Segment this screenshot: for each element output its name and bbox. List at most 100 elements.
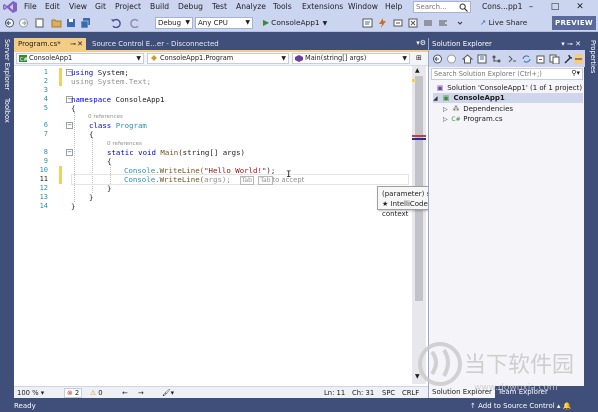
tab-source-control-explorer[interactable]: Source Control E...er - Disconnected	[88, 38, 228, 50]
tree-item-program-cs[interactable]: ▷ C# Program.cs	[443, 114, 503, 124]
codelens-references[interactable]: 0 references	[88, 114, 123, 120]
codelens-references[interactable]: 0 references	[107, 141, 142, 147]
scrollbar-error-marker	[412, 135, 426, 137]
chevron-down-icon: ▼	[136, 55, 141, 62]
code-text-area[interactable]: 1 2 3 4 5 6 7 8 9 10 11 12 13 14 − − − −…	[14, 66, 412, 384]
forward-navigate-icon[interactable]	[18, 18, 29, 28]
tab-key-hint: Tab	[258, 176, 273, 185]
column-indicator[interactable]: Ch: 31	[352, 389, 374, 397]
menu-test[interactable]: Test	[212, 2, 227, 11]
notifications-bell-icon[interactable]: 🔔	[563, 402, 572, 410]
solution-configuration-dropdown[interactable]: Debug ▼	[155, 17, 193, 29]
code-line-5: {	[71, 104, 76, 113]
maximize-icon[interactable]: □	[545, 0, 565, 14]
preview-button[interactable]: PREVIEW	[552, 16, 596, 30]
line-number: 7	[43, 130, 48, 138]
code-line-14: }	[71, 202, 76, 211]
zoom-level-dropdown[interactable]: 100 % ▾	[17, 389, 44, 397]
split-editor-icon[interactable]: ⊞	[416, 54, 422, 62]
toolbox-tab[interactable]: Toolbox	[3, 98, 11, 123]
menu-window[interactable]: Window	[348, 2, 378, 11]
back-navigate-icon[interactable]	[4, 18, 15, 28]
redo-icon[interactable]	[130, 18, 141, 28]
navigate-back-icon[interactable]: ←	[122, 389, 128, 397]
show-all-files-icon[interactable]	[549, 54, 560, 64]
solution-explorer-search-input[interactable]	[434, 69, 564, 79]
properties-wrench-icon[interactable]	[563, 54, 574, 64]
toolbar-option-icon[interactable]	[408, 18, 419, 28]
server-explorer-tab[interactable]: Server Explorer	[3, 39, 11, 90]
pin-icon[interactable]: ⊸	[70, 38, 76, 50]
menu-git[interactable]: Git	[95, 2, 106, 11]
global-search-box[interactable]	[413, 1, 471, 13]
member-dropdown[interactable]: Main(string[] args) ▼	[292, 53, 410, 64]
collapse-toggle-icon[interactable]: −	[66, 149, 73, 156]
whitespace-indicator[interactable]: SPC	[382, 389, 395, 397]
error-icon: ⊗	[67, 389, 73, 397]
home-icon[interactable]	[462, 54, 473, 64]
back-icon[interactable]	[432, 54, 443, 64]
visual-studio-logo-icon[interactable]	[3, 1, 17, 13]
sync-icon[interactable]	[521, 54, 532, 64]
search-icon[interactable]	[459, 3, 468, 12]
overflow-chevron-icon[interactable]	[455, 18, 466, 28]
menu-debug[interactable]: Debug	[178, 2, 203, 11]
navigate-forward-icon[interactable]: →	[138, 389, 144, 397]
menu-file[interactable]: File	[24, 2, 37, 11]
vertical-scrollbar[interactable]: ▲ ▼	[412, 66, 426, 384]
global-search-input[interactable]	[416, 2, 456, 12]
browser-link-icon[interactable]	[362, 18, 373, 28]
error-count-indicator[interactable]: ⊗ 2	[64, 388, 83, 398]
menu-tools[interactable]: Tools	[273, 2, 292, 11]
scroll-up-icon[interactable]: ▲	[415, 67, 420, 74]
add-to-source-control-button[interactable]: ↑ Add to Source Control ▴ 🔔	[470, 402, 571, 410]
menu-view[interactable]: View	[69, 2, 87, 11]
project-dropdown[interactable]: C# ConsoleApp1 ▼	[16, 53, 144, 64]
tree-item-solution[interactable]: ▣ Solution 'ConsoleApp1' (1 of 1 project…	[435, 83, 582, 93]
properties-tab[interactable]: Properties	[589, 40, 597, 73]
toolbar-option-icon[interactable]	[438, 18, 449, 28]
solution-platform-dropdown[interactable]: Any CPU ▼	[195, 17, 253, 29]
toolbar-option-icon[interactable]	[393, 18, 404, 28]
hot-reload-icon[interactable]	[377, 18, 388, 28]
close-tab-icon[interactable]: ✕	[77, 38, 83, 50]
menu-analyze[interactable]: Analyze	[236, 2, 266, 11]
collapsed-arrow-icon[interactable]: ▷	[443, 115, 451, 125]
forward-icon[interactable]	[446, 54, 457, 64]
solution-explorer-search-box[interactable]: ⚲▾	[431, 68, 583, 80]
class-dropdown[interactable]: ConsoleApp1.Program ▼	[147, 53, 289, 64]
minimize-icon[interactable]: –	[521, 0, 541, 14]
line-number-indicator[interactable]: Ln: 11	[324, 389, 345, 397]
git-changes-icon[interactable]	[491, 54, 502, 64]
pending-changes-filter-icon[interactable]	[507, 54, 518, 64]
save-icon[interactable]	[66, 18, 77, 28]
tab-program-cs[interactable]: Program.cs* ⊸ ✕	[14, 38, 86, 50]
new-project-icon[interactable]	[34, 18, 45, 28]
start-debugging-button[interactable]: ▶ ConsoleApp1 ▼	[263, 17, 349, 29]
menu-edit[interactable]: Edit	[45, 2, 60, 11]
collapse-toggle-icon[interactable]: −	[66, 122, 73, 129]
search-icon[interactable]: ⚲▾	[571, 69, 580, 77]
warning-count-indicator[interactable]: ⚠ 0	[90, 389, 103, 397]
tab-list-dropdown-icon[interactable]: ▾⚙	[416, 39, 426, 47]
preview-selected-icon[interactable]	[574, 54, 583, 64]
panel-options-icon[interactable]: ▾ ⊸ ✕	[561, 38, 581, 50]
close-icon[interactable]: ✕	[570, 0, 590, 14]
live-share-button[interactable]: ↗ Live Share	[480, 18, 527, 27]
open-folder-icon[interactable]	[51, 18, 62, 28]
menu-build[interactable]: Build	[150, 2, 169, 11]
switch-views-icon[interactable]	[477, 54, 488, 64]
csharp-project-icon: C#	[19, 55, 27, 62]
menu-extensions[interactable]: Extensions	[302, 2, 343, 11]
save-all-icon[interactable]	[81, 18, 92, 28]
line-number: 10	[39, 166, 48, 174]
toolbar-option-icon[interactable]	[423, 18, 434, 28]
menu-project[interactable]: Project	[115, 2, 141, 11]
code-cleanup-icon[interactable]: 🖌▾	[162, 389, 174, 397]
tree-item-project[interactable]: ◢ ▣ ConsoleApp1	[433, 93, 583, 103]
menu-help[interactable]: Help	[385, 2, 402, 11]
undo-icon[interactable]	[110, 18, 121, 28]
collapse-all-icon[interactable]	[535, 54, 546, 64]
tree-item-dependencies[interactable]: ▷ ⁂ Dependencies	[443, 104, 513, 114]
expanded-arrow-icon[interactable]: ◢	[433, 94, 441, 104]
